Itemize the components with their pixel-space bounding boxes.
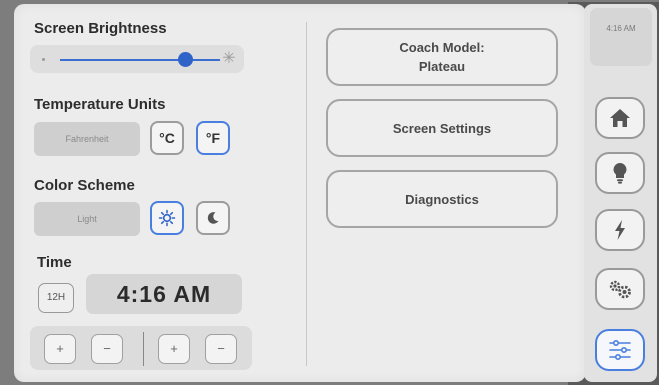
fahrenheit-button[interactable]: °F — [196, 121, 230, 155]
status-time-box: 4:16 AM — [590, 8, 652, 66]
time-title: Time — [37, 254, 72, 271]
brightness-title: Screen Brightness — [34, 20, 167, 37]
nav-home-button[interactable] — [595, 97, 645, 139]
coach-model-button[interactable]: Coach Model: Plateau — [326, 28, 558, 86]
brightness-slider-thumb[interactable] — [177, 52, 193, 67]
minute-increment-button[interactable]: + — [158, 334, 190, 364]
home-icon — [610, 109, 630, 127]
color-scheme-current: Light — [34, 202, 140, 236]
lightning-icon — [615, 220, 625, 240]
coach-model-value: Plateau — [418, 59, 466, 74]
column-divider — [306, 22, 307, 366]
color-scheme-title: Color Scheme — [34, 177, 135, 194]
hour-increment-button[interactable]: + — [44, 334, 76, 364]
coach-model-label: Coach Model: — [399, 40, 485, 55]
celsius-button[interactable]: °C — [150, 121, 184, 155]
moon-icon — [207, 212, 219, 224]
dim-icon — [42, 58, 45, 61]
time-display: 4:16 AM — [86, 274, 242, 314]
brightness-slider-track[interactable] — [60, 59, 220, 61]
nav-power-button[interactable] — [595, 209, 645, 251]
nav-settings-button[interactable] — [595, 268, 645, 310]
sun-icon — [158, 209, 176, 227]
bright-sun-icon: ✳ — [222, 50, 236, 67]
screen-settings-label: Screen Settings — [392, 120, 492, 136]
adjust-separator — [143, 332, 144, 366]
temperature-title: Temperature Units — [34, 96, 166, 113]
diagnostics-label: Diagnostics — [405, 191, 479, 207]
status-time: 4:16 AM — [606, 24, 636, 33]
diagnostics-button[interactable]: Diagnostics — [326, 170, 558, 228]
screen-settings-button[interactable]: Screen Settings — [326, 99, 558, 157]
gears-icon — [609, 280, 631, 299]
nav-lighting-button[interactable] — [595, 152, 645, 194]
temperature-current: Fahrenheit — [34, 122, 140, 156]
hour-decrement-button[interactable]: − — [91, 334, 123, 364]
dark-mode-button[interactable] — [196, 201, 230, 235]
sliders-icon — [609, 339, 631, 360]
light-mode-button[interactable] — [150, 201, 184, 235]
lightbulb-icon — [613, 163, 627, 184]
nav-rail: 4:16 AM — [584, 4, 657, 382]
minute-decrement-button[interactable]: − — [205, 334, 237, 364]
nav-controls-button[interactable] — [595, 329, 645, 371]
time-format-toggle[interactable]: 12H — [38, 283, 74, 313]
